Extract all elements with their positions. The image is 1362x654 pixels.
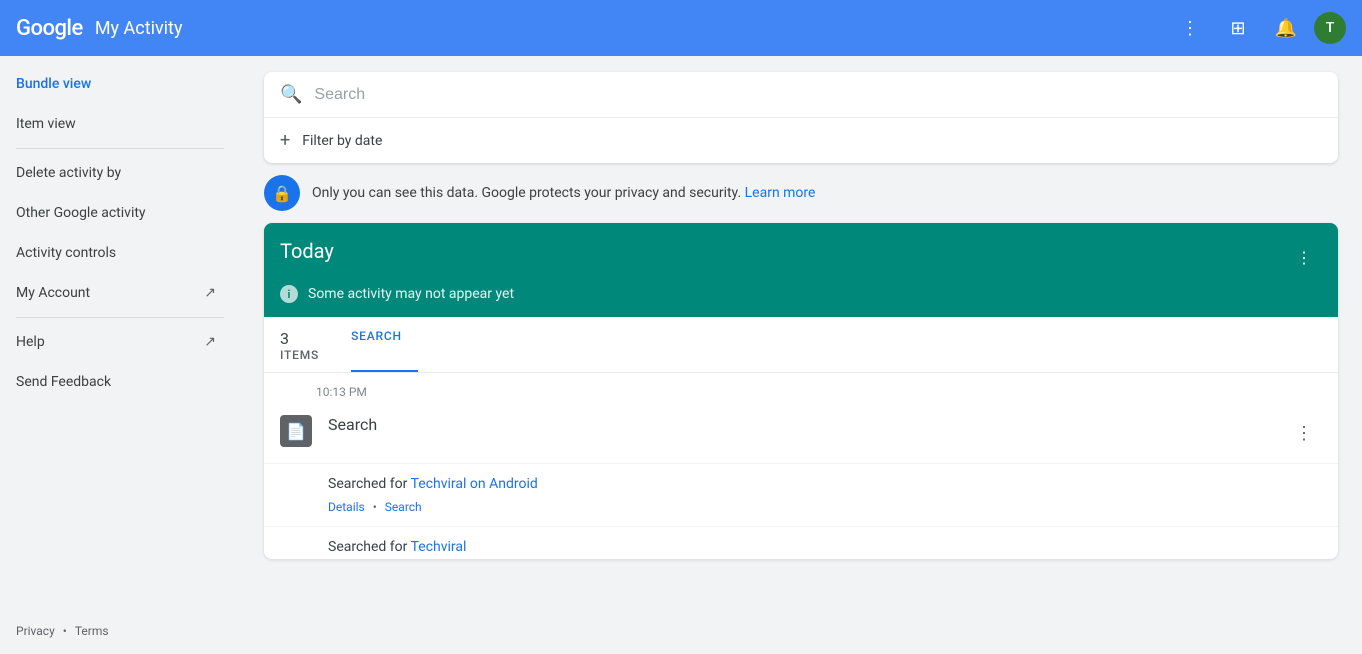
sidebar-item-label: Activity controls <box>16 245 116 261</box>
sidebar-divider-1 <box>16 148 224 149</box>
footer-dot: • <box>63 624 67 638</box>
main-layout: Bundle view Item view Delete activity by… <box>0 56 1362 654</box>
search-query-link-1[interactable]: Techviral on Android <box>411 476 538 492</box>
plus-icon: + <box>280 130 290 151</box>
details-link-1[interactable]: Details <box>328 500 365 514</box>
external-link-icon: ↗ <box>204 285 216 301</box>
today-title: Today <box>280 239 334 263</box>
sidebar-item-label: Item view <box>16 116 76 132</box>
activity-time: 10:13 PM <box>264 373 1338 403</box>
sidebar-item-send-feedback[interactable]: Send Feedback <box>0 362 232 402</box>
filter-by-date-button[interactable]: + Filter by date <box>264 118 1338 163</box>
search-query-link-2[interactable]: Techviral <box>411 539 467 555</box>
privacy-link[interactable]: Privacy <box>16 624 55 638</box>
three-dots-icon: ⋮ <box>1295 423 1313 444</box>
tab-search-label: SEARCH <box>351 329 402 343</box>
sidebar-divider-2 <box>16 317 224 318</box>
learn-more-link[interactable]: Learn more <box>745 185 816 201</box>
tab-items-label: ITEMS <box>280 348 319 362</box>
sidebar-item-activity-controls[interactable]: Activity controls <box>0 233 232 273</box>
grid-icon: ⊞ <box>1230 18 1245 39</box>
sidebar-item-label: Other Google activity <box>16 205 146 221</box>
sidebar-item-delete-activity[interactable]: Delete activity by <box>0 153 232 193</box>
privacy-notice: 🔒 Only you can see this data. Google pro… <box>264 163 1338 223</box>
link-separator: • <box>373 500 377 514</box>
lock-shield-icon: 🔒 <box>264 175 300 211</box>
sidebar: Bundle view Item view Delete activity by… <box>0 56 240 654</box>
sidebar-item-label: Help <box>16 334 45 350</box>
external-link-icon: ↗ <box>204 334 216 350</box>
apps-button[interactable]: ⊞ <box>1218 8 1258 48</box>
search-link-1[interactable]: Search <box>385 500 422 514</box>
activity-content: Search <box>328 415 1286 434</box>
search-result-2: Searched for Techviral <box>264 527 1338 559</box>
sidebar-item-help[interactable]: Help ↗ <box>0 322 232 362</box>
sidebar-item-label: Send Feedback <box>16 374 111 390</box>
activity-menu-button[interactable]: ⋮ <box>1286 415 1322 451</box>
today-notice: i Some activity may not appear yet <box>264 275 1338 317</box>
sidebar-item-other-google[interactable]: Other Google activity <box>0 193 232 233</box>
sidebar-footer: Privacy • Terms <box>0 608 240 654</box>
avatar[interactable]: T <box>1314 12 1346 44</box>
sidebar-item-label: Bundle view <box>16 76 91 92</box>
sidebar-item-label: My Account <box>16 285 90 301</box>
notifications-button[interactable]: 🔔 <box>1266 8 1306 48</box>
more-options-button[interactable]: ⋮ <box>1170 8 1210 48</box>
activity-title: Search <box>328 415 377 434</box>
today-card: Today ⋮ i Some activity may not appear y… <box>264 223 1338 559</box>
three-dots-icon: ⋮ <box>1181 18 1199 39</box>
search-result-1-links: Details • Search <box>264 496 1338 527</box>
activity-item: 📄 Search ⋮ <box>264 403 1338 464</box>
tabs-row: 3 ITEMS SEARCH <box>264 317 1338 373</box>
filter-label: Filter by date <box>302 133 382 149</box>
search-input[interactable] <box>314 86 1322 104</box>
google-wordmark: Google <box>16 16 83 41</box>
notice-text: Some activity may not appear yet <box>308 286 514 302</box>
search-result-1: Searched for Techviral on Android <box>264 464 1338 496</box>
activity-document-icon: 📄 <box>280 415 312 447</box>
info-icon: i <box>280 285 298 303</box>
content-area: 🔍 + Filter by date 🔒 Only you can see th… <box>240 56 1362 654</box>
tab-items-count: 3 <box>280 329 319 348</box>
search-icon: 🔍 <box>280 84 302 105</box>
privacy-text: Only you can see this data. Google prote… <box>312 185 815 201</box>
search-input-row: 🔍 <box>264 72 1338 118</box>
sidebar-item-label: Delete activity by <box>16 165 121 181</box>
sidebar-item-item-view[interactable]: Item view <box>0 104 232 144</box>
header: Google My Activity ⋮ ⊞ 🔔 T <box>0 0 1362 56</box>
header-actions: ⋮ ⊞ 🔔 T <box>1170 8 1346 48</box>
logo: Google My Activity <box>16 16 182 41</box>
search-box: 🔍 + Filter by date <box>264 72 1338 163</box>
today-menu-button[interactable]: ⋮ <box>1286 239 1322 275</box>
searched-for-prefix-2: Searched for <box>328 539 407 555</box>
app-title: My Activity <box>95 18 183 39</box>
searched-for-prefix: Searched for <box>328 476 407 492</box>
three-dots-icon: ⋮ <box>1296 248 1312 267</box>
tab-search[interactable]: SEARCH <box>351 317 418 372</box>
tab-items[interactable]: 3 ITEMS <box>280 317 335 372</box>
bell-icon: 🔔 <box>1275 18 1297 39</box>
sidebar-item-bundle-view[interactable]: Bundle view <box>0 64 232 104</box>
sidebar-item-my-account[interactable]: My Account ↗ <box>0 273 232 313</box>
today-header: Today ⋮ <box>264 223 1338 275</box>
terms-link[interactable]: Terms <box>75 624 109 638</box>
